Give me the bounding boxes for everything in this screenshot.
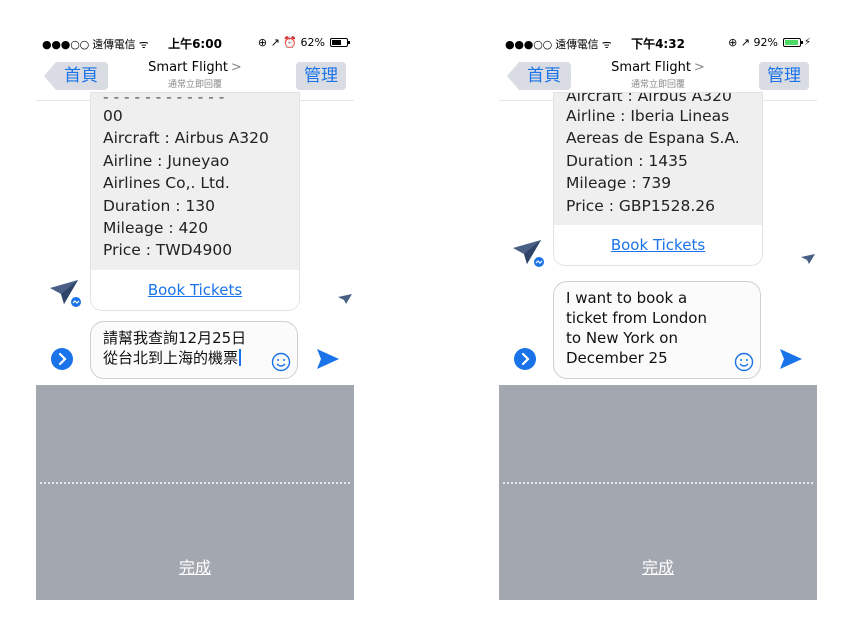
smiley-icon[interactable] xyxy=(271,352,291,372)
carrier-label: ●●●○○ 遠傳電信 ᯤ xyxy=(505,38,612,51)
detail-line: 00 xyxy=(103,107,123,125)
manage-button[interactable]: 管理 xyxy=(759,62,809,90)
cut-off-line: - - - - - - - - - - - - xyxy=(103,93,225,105)
detail-line: Aircraft : Airbus A320 xyxy=(103,129,269,148)
divider xyxy=(503,482,813,484)
detail-line: Airline : Juneyao xyxy=(103,151,230,170)
input-line: December 25 xyxy=(566,349,668,367)
status-bar: ●●●○○ 遠傳電信 ᯤ 上午6:00 ⊕ ↗ ⏰ 62% xyxy=(36,30,354,51)
chevron-right-icon: > xyxy=(693,60,705,75)
input-line: I want to book a xyxy=(566,289,688,307)
detail-line: Price : TWD4900 xyxy=(103,241,233,260)
back-arrow-icon xyxy=(44,62,56,90)
status-time: 上午6:00 xyxy=(168,37,222,51)
detail-line: Price : GBP1528.26 xyxy=(566,196,715,215)
status-time: 下午4:32 xyxy=(631,37,685,51)
message-input[interactable]: 請幫我查詢12月25日 從台北到上海的機票 xyxy=(90,321,298,379)
battery-icon xyxy=(330,38,350,47)
detail-line: Aereas de Espana S.A. xyxy=(566,129,740,148)
input-line-with-cursor: 從台北到上海的機票 xyxy=(103,348,267,368)
detail-line: Airline : Iberia Lineas xyxy=(566,107,730,125)
detail-line: Airlines Co,. Ltd. xyxy=(103,174,230,193)
done-button[interactable]: 完成 xyxy=(179,554,211,578)
book-tickets-link[interactable]: Book Tickets xyxy=(91,269,299,310)
flight-result-card: - - - - - - - - - - - - 00 Aircraft : Ai… xyxy=(90,92,300,311)
cut-off-line: Aircraft : Airbus A320 xyxy=(566,93,732,105)
input-line: ticket from London xyxy=(566,309,707,327)
back-arrow-icon xyxy=(507,62,519,90)
status-right: ⊕ ↗ 92% ⚡ xyxy=(728,36,811,49)
back-button[interactable]: 首頁 xyxy=(44,62,108,90)
done-button[interactable]: 完成 xyxy=(642,554,674,578)
status-right: ⊕ ↗ ⏰ 62% xyxy=(257,36,350,49)
response-time-subtitle: 通常立即回覆 xyxy=(630,80,685,90)
paper-plane-messenger-icon xyxy=(50,280,82,308)
keyboard-area: 完成 xyxy=(36,385,354,600)
smiley-icon[interactable] xyxy=(734,352,754,372)
chat-title[interactable]: Smart Flight > 通常立即回覆 xyxy=(148,60,242,90)
read-receipt-icon xyxy=(338,294,352,304)
phone-screen-right: ●●●○○ 遠傳電信 ᯤ 下午4:32 ⊕ ↗ 92% ⚡ 首頁 Smart F… xyxy=(499,30,817,600)
text-cursor xyxy=(239,349,242,366)
charging-icon: ⚡ xyxy=(803,37,811,48)
back-button[interactable]: 首頁 xyxy=(507,62,571,90)
phone-screen-left: ●●●○○ 遠傳電信 ᯤ 上午6:00 ⊕ ↗ ⏰ 62% 首頁 Smart F… xyxy=(36,30,354,600)
detail-line: Mileage : 739 xyxy=(566,174,672,193)
detail-line: Mileage : 420 xyxy=(103,219,209,238)
paper-plane-messenger-icon xyxy=(513,240,545,268)
keyboard-area: 完成 xyxy=(499,385,817,600)
divider xyxy=(40,482,350,484)
send-arrow-icon[interactable] xyxy=(779,348,803,370)
back-button-label: 首頁 xyxy=(56,62,108,90)
book-tickets-link[interactable]: Book Tickets xyxy=(554,225,762,266)
input-line: 從台北到上海的機票 xyxy=(103,349,239,367)
input-line: 請幫我查詢12月25日 xyxy=(103,329,247,347)
read-receipt-icon xyxy=(801,254,815,264)
page-title: Smart Flight xyxy=(148,60,228,75)
flight-details: Aircraft : Airbus A320 Airline : Iberia … xyxy=(554,93,762,226)
detail-line: Duration : 1435 xyxy=(566,151,688,170)
back-button-label: 首頁 xyxy=(519,62,571,90)
response-time-subtitle: 通常立即回覆 xyxy=(167,80,222,90)
chevron-right-circle-icon[interactable] xyxy=(51,348,73,370)
flight-details: - - - - - - - - - - - - 00 Aircraft : Ai… xyxy=(91,93,299,270)
status-indicators: ⊕ ↗ ⏰ 62% xyxy=(257,36,325,49)
carrier-label: ●●●○○ 遠傳電信 ᯤ xyxy=(42,38,149,51)
chat-title[interactable]: Smart Flight > 通常立即回覆 xyxy=(611,60,705,90)
message-input[interactable]: I want to book a ticket from London to N… xyxy=(553,281,761,379)
send-arrow-icon[interactable] xyxy=(316,348,340,370)
page-title: Smart Flight xyxy=(611,60,691,75)
input-line: to New York on xyxy=(566,329,678,347)
chevron-right-icon: > xyxy=(230,60,242,75)
chevron-right-circle-icon[interactable] xyxy=(514,348,536,370)
manage-button[interactable]: 管理 xyxy=(296,62,346,90)
detail-line: Duration : 130 xyxy=(103,196,215,215)
flight-result-card: Aircraft : Airbus A320 Airline : Iberia … xyxy=(553,92,763,267)
status-bar: ●●●○○ 遠傳電信 ᯤ 下午4:32 ⊕ ↗ 92% ⚡ xyxy=(499,30,817,51)
status-indicators: ⊕ ↗ 92% xyxy=(728,36,778,49)
battery-icon xyxy=(782,38,803,47)
